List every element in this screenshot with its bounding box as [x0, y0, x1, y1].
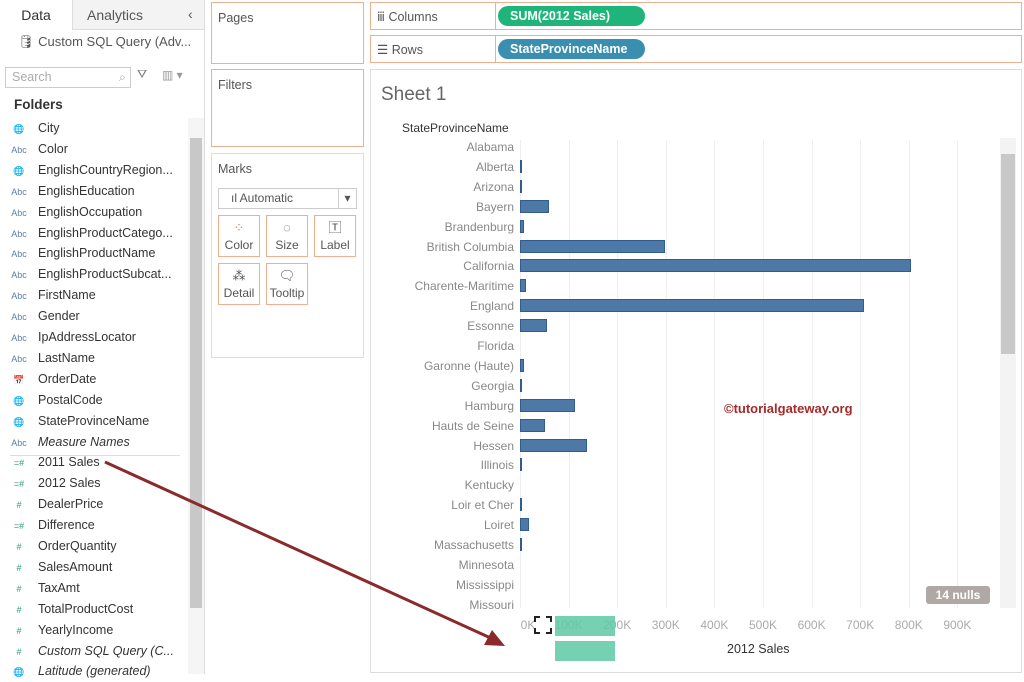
drag-arrow	[104, 460, 505, 646]
